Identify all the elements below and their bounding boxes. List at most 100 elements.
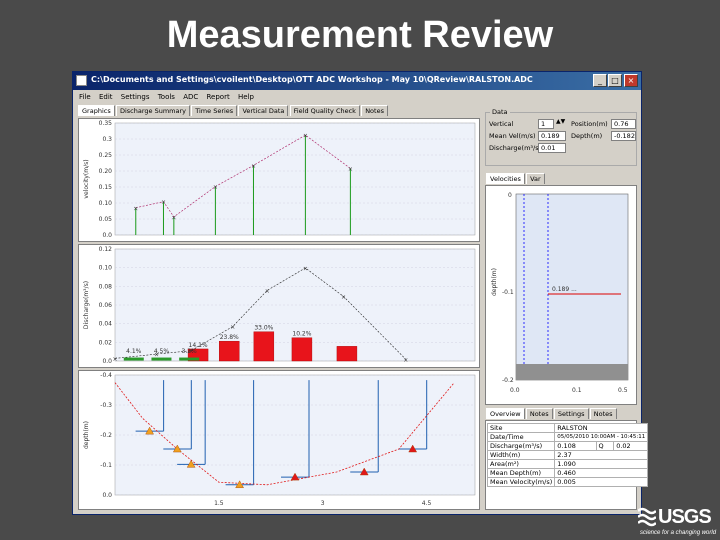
ov-value[interactable]: RALSTON — [554, 423, 649, 433]
vertical-spinner[interactable]: ▲▼ — [556, 118, 565, 125]
vp-ylabel: depth(m) — [491, 268, 498, 296]
menu-report[interactable]: Report — [207, 91, 230, 103]
usgs-wave-icon — [638, 507, 656, 527]
discharge-chart-panel: 0.0 0.02 0.04 0.06 0.08 0.10 0.12 Discharge(m³/… — [78, 244, 480, 368]
minimize-button[interactable]: _ — [593, 74, 607, 87]
cumulative-point: × — [154, 352, 159, 359]
menu-help[interactable]: Help — [238, 91, 254, 103]
vp-y-top: 0 — [508, 192, 512, 199]
tab-ov-notes-2[interactable]: Notes — [589, 408, 617, 419]
velocity-point: × — [171, 214, 176, 221]
velocity-value-label: 0.189 ... — [552, 286, 577, 293]
tab-discharge-summary[interactable]: Discharge Summary — [115, 105, 190, 116]
velocity-point: × — [251, 163, 256, 170]
discharge-chart: 0.0 0.02 0.04 0.06 0.08 0.10 0.12 Discharge(m³/… — [83, 246, 476, 365]
riverbed — [516, 364, 628, 380]
tab-graphics[interactable]: Graphics — [78, 105, 115, 116]
tab-field-quality-check[interactable]: Field Quality Check — [289, 105, 360, 116]
vp-x-tick: 0.0 — [510, 387, 520, 394]
tab-overview[interactable]: Overview — [486, 408, 525, 419]
menu-adc[interactable]: ADC — [183, 91, 198, 103]
y-tick-label: 0.10 — [99, 200, 113, 207]
ov-label: Area(m²) — [486, 459, 556, 469]
velocity-point: × — [348, 166, 353, 173]
y-tick-label: -0.3 — [100, 402, 112, 409]
y-tick-label: 0.08 — [99, 283, 113, 290]
data-group-label: Data — [490, 108, 510, 116]
ov-extra-value[interactable]: 0.02 — [613, 441, 649, 451]
vp-x-tick: 0.5 — [618, 387, 628, 394]
vp-y-mid: -0.1 — [502, 289, 514, 296]
mean-vel-field[interactable]: 0.189 — [538, 131, 566, 141]
y-tick-label: 0.3 — [102, 136, 112, 143]
tab-time-series[interactable]: Time Series — [191, 105, 238, 116]
ov-value[interactable]: 2.37 — [554, 450, 649, 460]
ov-value[interactable]: 1.090 — [554, 459, 649, 469]
y-axis-label: depth(m) — [83, 421, 90, 449]
position-field[interactable]: 0.76 — [611, 119, 636, 129]
cumulative-point: × — [113, 356, 118, 363]
ov-value[interactable]: 0.108 — [554, 441, 597, 451]
y-axis-label: Discharge(m³/s) — [83, 281, 90, 329]
y-tick-label: -0.1 — [100, 462, 112, 469]
tab-ov-notes[interactable]: Notes — [525, 408, 553, 419]
y-tick-label: 0.06 — [99, 302, 113, 309]
ov-value[interactable]: 0.460 — [554, 468, 649, 478]
small-bar — [123, 357, 144, 361]
cumulative-point: × — [341, 294, 346, 301]
y-tick-label: -0.2 — [100, 432, 112, 439]
cumulative-point: × — [303, 265, 308, 272]
tab-velocities[interactable]: Velocities — [486, 173, 525, 184]
tab-vertical-data[interactable]: Vertical Data — [238, 105, 289, 116]
overview-tabs: Overview Notes Settings Notes — [486, 408, 617, 420]
close-button[interactable]: × — [624, 74, 638, 87]
bar-label: 10.2% — [292, 331, 311, 338]
menu-settings[interactable]: Settings — [121, 91, 150, 103]
velocity-tabs: Velocities Var — [486, 173, 545, 185]
velocity-chart: 0.0 0.05 0.10 0.15 0.20 0.25 0.3 0.35 velocity(m… — [83, 120, 476, 239]
cumulative-point: × — [189, 348, 194, 355]
vp-x-tick: 0.1 — [572, 387, 582, 394]
vertical-field[interactable]: 1 — [538, 119, 554, 129]
depth-label: Depth(m) — [571, 132, 603, 140]
window-title: C:\Documents and Settings\cvoilent\Deskt… — [91, 75, 533, 84]
depth-field[interactable]: -0.182 — [611, 131, 636, 141]
y-tick-label: 0.0 — [102, 358, 112, 365]
main-tabs: Graphics Discharge Summary Time Series V… — [78, 105, 388, 117]
cumulative-point: × — [265, 288, 270, 295]
discharge-field[interactable]: 0.01 — [538, 143, 566, 153]
tab-ov-settings[interactable]: Settings — [553, 408, 589, 419]
vp-y-bot: -0.2 — [502, 377, 514, 384]
plot-area — [114, 122, 476, 236]
y-tick-label: 0.12 — [99, 246, 113, 253]
y-tick-label: 0.04 — [99, 321, 113, 328]
maximize-button[interactable]: □ — [608, 74, 622, 87]
y-tick-label: 0.35 — [99, 120, 113, 127]
ov-label: Width(m) — [486, 450, 556, 460]
tab-notes[interactable]: Notes — [361, 105, 388, 116]
velocity-chart-panel: 0.0 0.05 0.10 0.15 0.20 0.25 0.3 0.35 velocity(m… — [78, 118, 480, 242]
discharge-bar — [291, 337, 313, 362]
discharge-bar — [253, 331, 275, 362]
usgs-tagline: science for a changing world — [640, 530, 717, 536]
bar-label: 33.0% — [254, 325, 273, 332]
y-tick-label: 0.25 — [99, 152, 113, 159]
ov-value[interactable]: 05/05/2010 10:00AM - 10:45:11 — [554, 432, 649, 442]
tab-var[interactable]: Var — [526, 173, 545, 184]
ov-extra-label: Q — [595, 441, 615, 451]
menu-file[interactable]: File — [79, 91, 91, 103]
discharge-bar — [336, 346, 358, 362]
ov-value[interactable]: 0.005 — [554, 477, 649, 487]
x-tick-label: 4.5 — [422, 500, 432, 507]
usgs-wordmark: USGS — [658, 506, 712, 528]
slide-title: Measurement Review — [166, 14, 554, 56]
ov-label: Mean Velocity(m/s) — [486, 477, 556, 487]
y-tick-label: 0.15 — [99, 184, 113, 191]
menu-edit[interactable]: Edit — [99, 91, 113, 103]
menu-bar: File Edit Settings Tools ADC Report Help — [73, 91, 641, 103]
ov-label: Discharge(m³/s) — [486, 441, 556, 451]
data-group: Data Vertical 1 ▲▼ Position(m) 0.76 Mean… — [485, 108, 637, 166]
menu-tools[interactable]: Tools — [158, 91, 175, 103]
vertical-label: Vertical — [489, 120, 514, 128]
small-bar — [179, 357, 200, 361]
